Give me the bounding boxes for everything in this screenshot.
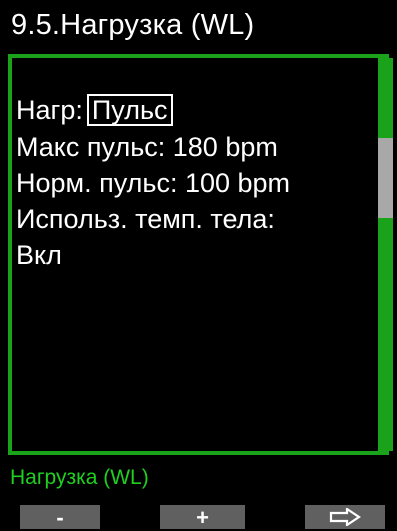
- softkey-bar: - +: [0, 505, 397, 530]
- menu-row-max-pulse[interactable]: Макс пульс: 180 bpm: [16, 130, 278, 164]
- status-line: Нагрузка (WL): [10, 466, 149, 489]
- page-title: 9.5.Нагрузка (WL): [11, 9, 255, 41]
- menu-row-workload-type[interactable]: Нагр: Пульс: [16, 93, 173, 127]
- next-softkey[interactable]: [305, 505, 385, 529]
- plus-softkey[interactable]: +: [160, 505, 245, 530]
- scrollbar[interactable]: [378, 58, 393, 451]
- workload-type-value[interactable]: Пульс: [86, 94, 173, 126]
- menu-row-normal-pulse[interactable]: Норм. пульс: 100 bpm: [16, 166, 290, 200]
- right-arrow-outline-icon: [329, 508, 361, 526]
- scrollbar-thumb[interactable]: [378, 138, 393, 218]
- minus-softkey[interactable]: -: [20, 505, 100, 530]
- menu-row-use-body-temp[interactable]: Использ. темп. тела:: [16, 202, 275, 236]
- menu-frame: Нагр: Пульс Макс пульс: 180 bpm Норм. пул…: [8, 54, 393, 455]
- menu-content: Нагр: Пульс Макс пульс: 180 bpm Норм. пул…: [12, 58, 375, 451]
- title-bar: 9.5.Нагрузка (WL): [0, 0, 397, 50]
- workload-type-label: Нагр:: [16, 95, 83, 125]
- menu-row-body-temp-value[interactable]: Вкл: [16, 238, 62, 272]
